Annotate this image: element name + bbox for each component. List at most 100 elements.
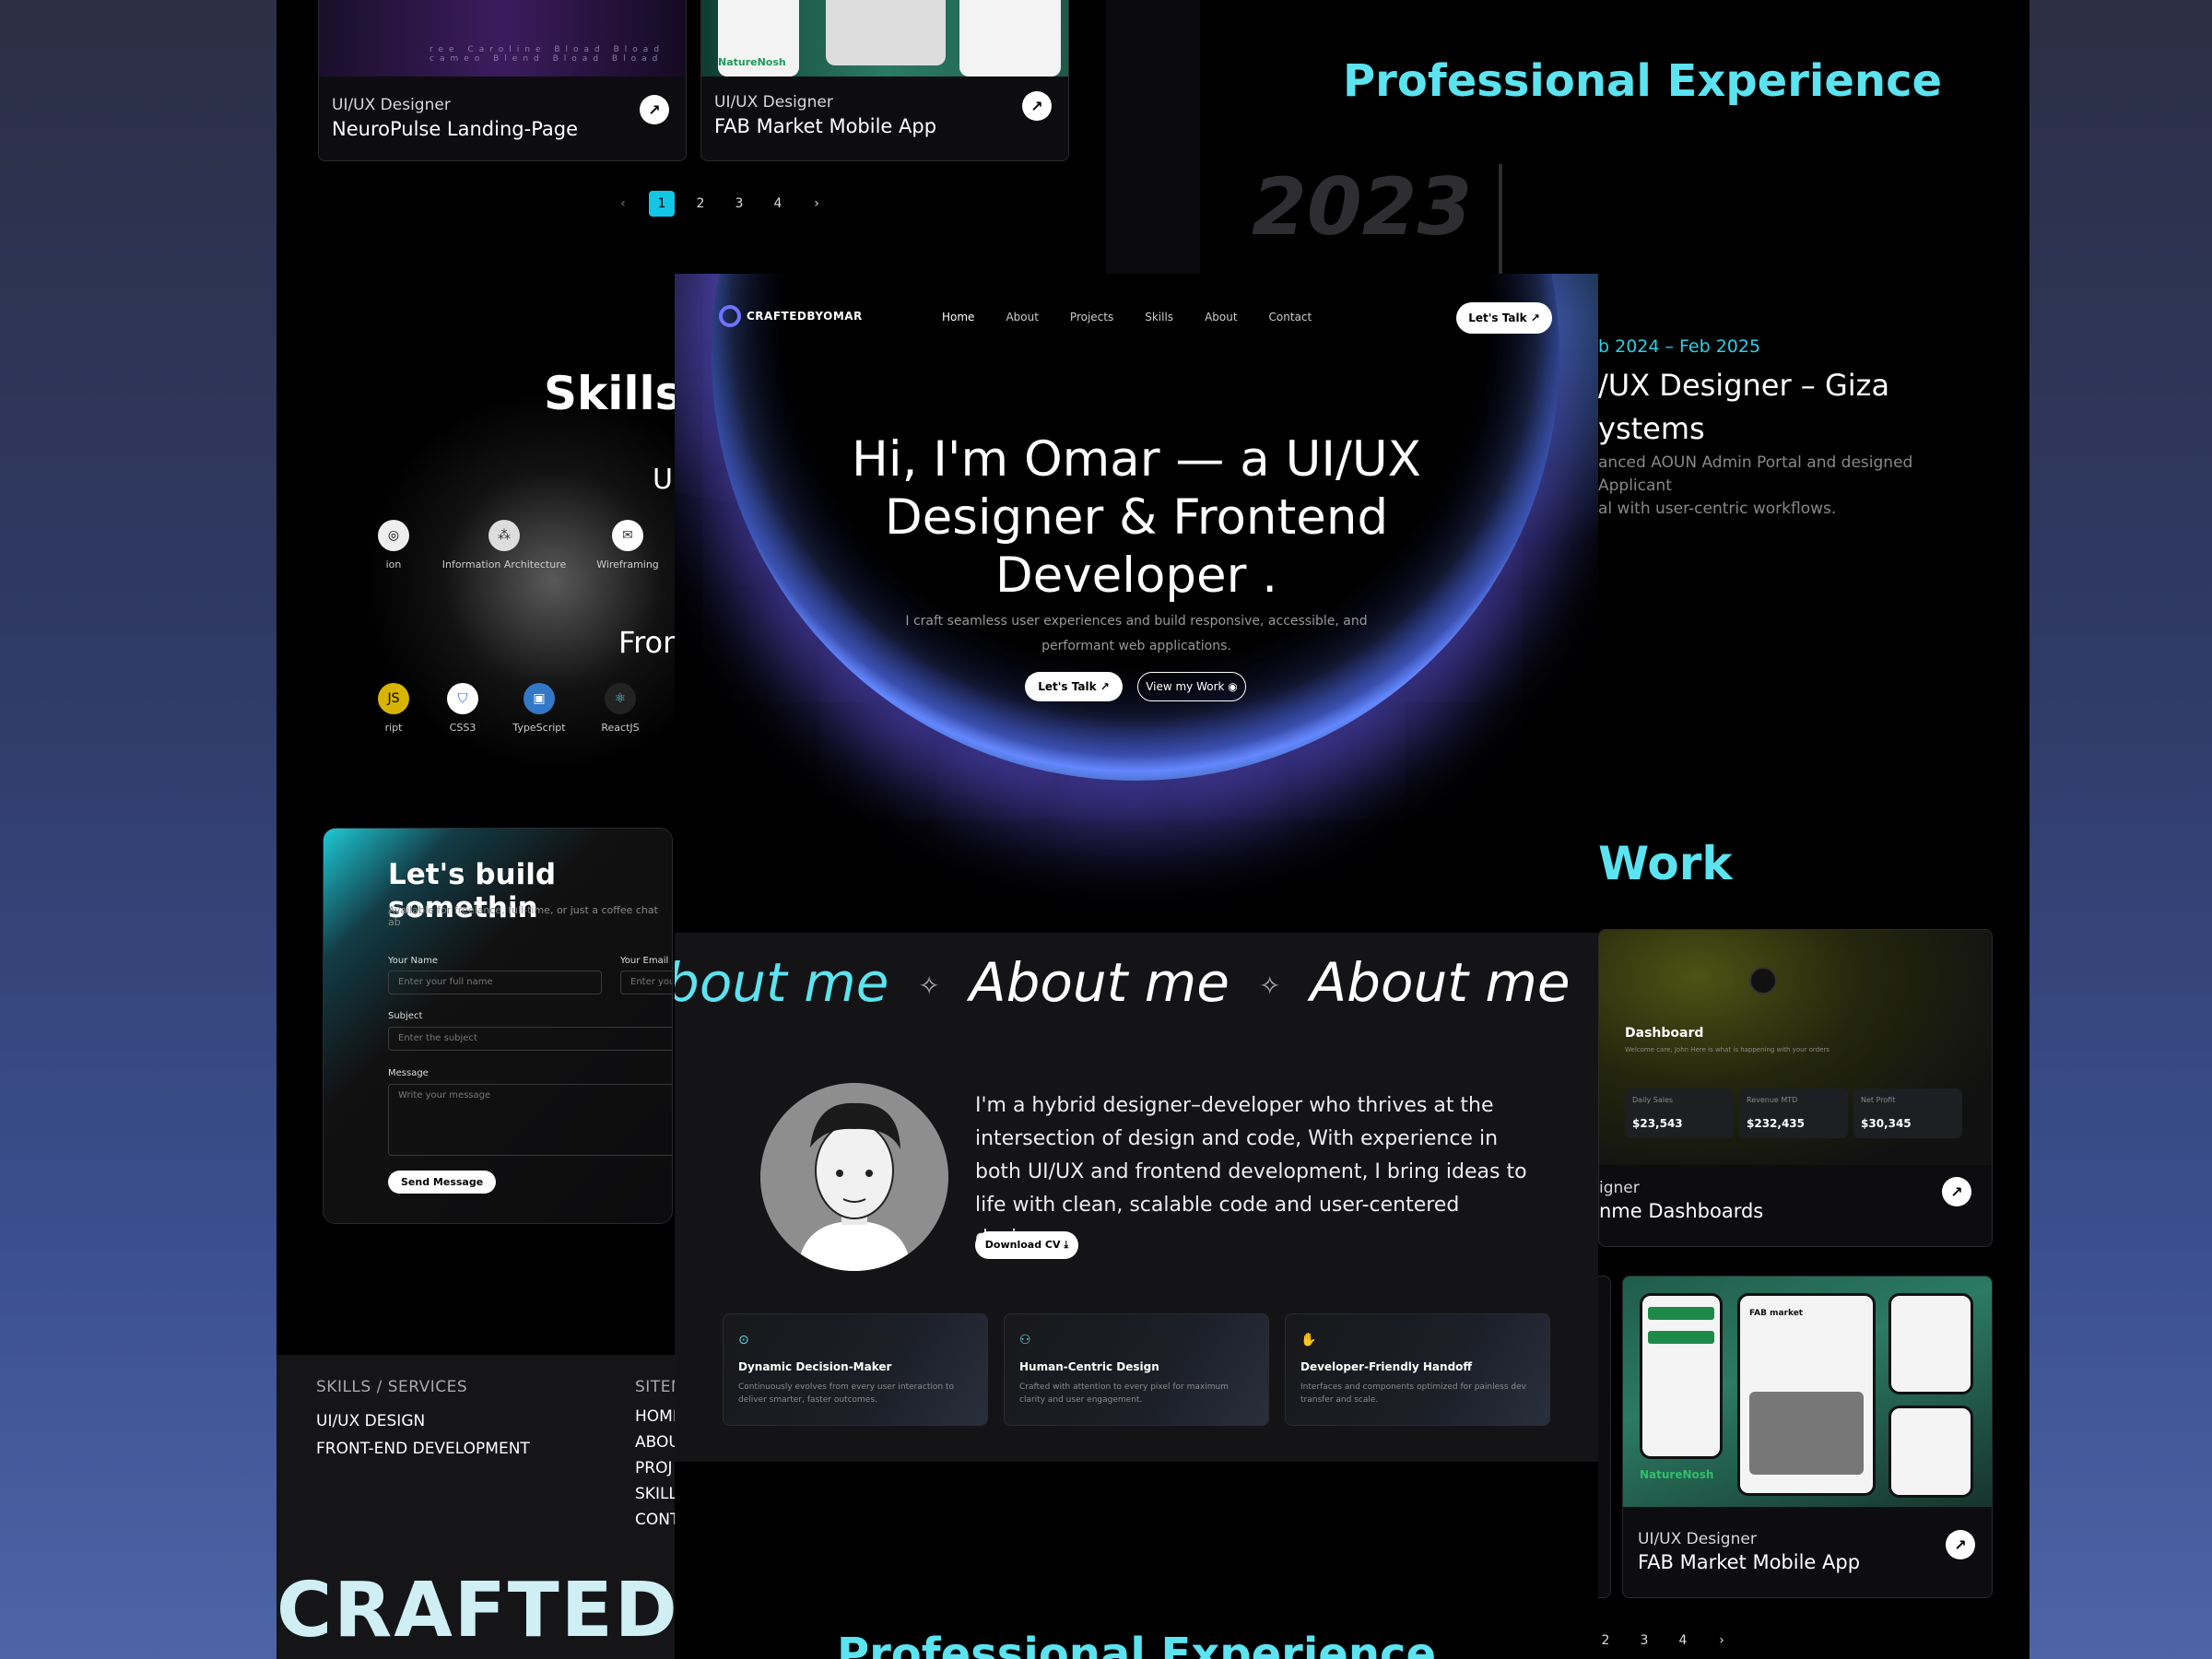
users-icon: ⚇ xyxy=(1019,1333,1031,1347)
view-work-button[interactable]: View my Work ◉ xyxy=(1137,672,1246,701)
site-logo[interactable]: CRAFTEDBYOMAR xyxy=(719,305,863,327)
nav-contact[interactable]: Contact xyxy=(1269,311,1312,324)
skill-item: ⁂ Information Architecture xyxy=(435,520,573,571)
experience-role-line: ystems xyxy=(1598,411,1705,446)
pager-next-icon[interactable]: › xyxy=(804,191,830,217)
about-text: I'm a hybrid designer–developer who thri… xyxy=(975,1094,1527,1250)
nav-home[interactable]: Home xyxy=(942,311,974,324)
message-label: Message xyxy=(388,1068,429,1078)
project-title: FAB Market Mobile App xyxy=(1638,1551,1861,1573)
sparkle-icon: ✧ xyxy=(1259,971,1281,1002)
footer-sitemap-link[interactable]: HOMI xyxy=(635,1407,677,1426)
feature-title: Dynamic Decision-Maker xyxy=(738,1360,892,1373)
lets-talk-button[interactable]: Let's Talk ↗ xyxy=(1456,302,1552,334)
project-card-fab[interactable]: NatureNosh UI/UX Designer FAB Market Mob… xyxy=(700,0,1069,161)
footer-skill-link[interactable]: UI/UX DESIGN xyxy=(316,1412,425,1430)
avatar xyxy=(760,1083,948,1271)
email-field[interactable]: Enter you xyxy=(620,971,672,994)
experience-title: Professional Experience xyxy=(1343,55,1943,107)
contact-subtitle: Available for freelance, full-time, or j… xyxy=(388,904,658,928)
project-thumbnail: NatureNosh xyxy=(701,0,1068,76)
sparkle-icon: ✧ xyxy=(918,971,940,1002)
footer-sitemap-link[interactable]: PROJ xyxy=(635,1459,672,1477)
contact-card: Let's build somethin Available for freel… xyxy=(323,828,673,1224)
dashboard-subhead: Welcome care, John Here is what is happe… xyxy=(1625,1046,1830,1053)
project-thumbnail: ree Caroline Bload Bload cameo Blend Blo… xyxy=(319,0,686,76)
logo-ring-icon xyxy=(719,305,741,327)
download-cv-button[interactable]: Download CV ⤓ xyxy=(975,1231,1078,1259)
project-card-neuropulse[interactable]: ree Caroline Bload Bload cameo Blend Blo… xyxy=(318,0,687,161)
project-role: UI/UX Designer xyxy=(1638,1530,1757,1548)
grid-icon xyxy=(1749,967,1777,994)
project-card-dashboards[interactable]: Dashboard Welcome care, John Here is wha… xyxy=(1598,929,1993,1247)
marquee-text: About me xyxy=(1310,951,1571,1014)
open-arrow-icon[interactable]: ↗ xyxy=(1946,1530,1975,1559)
message-field[interactable]: Write your message xyxy=(388,1084,672,1156)
pager-prev-icon[interactable]: ‹ xyxy=(610,191,636,217)
project-card-fab-market[interactable]: FAB market NatureNosh UI/UX Designer FAB… xyxy=(1622,1276,1993,1598)
footer-skill-link[interactable]: FRONT-END DEVELOPMENT xyxy=(316,1440,530,1458)
pager-page-4[interactable]: 4 xyxy=(1670,1631,1696,1650)
skill-icon: ◎ xyxy=(378,520,409,551)
footer-sitemap-link[interactable]: SKILL xyxy=(635,1485,677,1503)
brand-label: NatureNosh xyxy=(1640,1468,1714,1481)
skills-title: Skills xyxy=(544,367,683,420)
pager-page-3[interactable]: 3 xyxy=(726,191,752,217)
skill-label: Information Architecture xyxy=(441,559,567,571)
experience-role-line: /UX Designer – Giza xyxy=(1598,368,1890,403)
feature-card: ⊙ Dynamic Decision-Maker Continuously ev… xyxy=(723,1313,988,1426)
project-title: NeuroPulse Landing-Page xyxy=(332,118,579,140)
send-message-button[interactable]: Send Message xyxy=(388,1171,497,1194)
open-arrow-icon[interactable]: ↗ xyxy=(1942,1177,1971,1206)
experience-desc-line: anced AOUN Admin Portal and designed App… xyxy=(1598,453,1913,495)
pager-page-4[interactable]: 4 xyxy=(765,191,791,217)
stat-value: $30,345 xyxy=(1861,1117,1912,1130)
pager-page-2[interactable]: 2 xyxy=(688,191,713,217)
nav-skills[interactable]: Skills xyxy=(1145,311,1173,324)
marquee-text: bout me xyxy=(675,951,889,1014)
footer-sitemap-link[interactable]: ABOU xyxy=(635,1433,680,1452)
phone-mock: FAB market xyxy=(1737,1293,1876,1496)
footer-sitemap-link[interactable]: CONT xyxy=(635,1511,679,1529)
name-label: Your Name xyxy=(388,956,439,966)
feature-card: ⚇ Human-Centric Design Crafted with atte… xyxy=(1004,1313,1269,1426)
feature-title: Human-Centric Design xyxy=(1019,1360,1159,1373)
subject-field[interactable]: Enter the subject xyxy=(388,1027,672,1051)
skills-group-heading: Fron xyxy=(618,625,682,660)
skill-label: Wireframing xyxy=(596,559,659,571)
phone-mock xyxy=(826,0,946,65)
open-arrow-icon[interactable]: ↗ xyxy=(640,95,669,124)
footer-brand: CRAFTED xyxy=(276,1567,679,1654)
brand-label: NatureNosh xyxy=(718,56,786,68)
nav-about[interactable]: About xyxy=(1006,311,1038,324)
timeline-line xyxy=(1499,164,1502,275)
phone-mock xyxy=(1640,1293,1723,1459)
lightbulb-icon: ⊙ xyxy=(738,1333,749,1347)
pagination: ‹ 1 2 3 4 › xyxy=(610,191,830,217)
marquee-text: About me xyxy=(969,951,1230,1014)
nav-about-2[interactable]: About xyxy=(1205,311,1237,324)
stat-card: Revenue MTD $232,435 xyxy=(1739,1088,1848,1138)
project-title: FAB Market Mobile App xyxy=(714,115,937,137)
hand-icon: ✋ xyxy=(1300,1333,1317,1347)
footer-skills-heading: SKILLS / SERVICES xyxy=(316,1378,468,1396)
brand-label: FAB market xyxy=(1749,1309,1804,1318)
hierarchy-icon: ⁂ xyxy=(488,520,520,551)
nav-projects[interactable]: Projects xyxy=(1070,311,1113,324)
pager-page-1[interactable]: 1 xyxy=(649,191,675,217)
phone-mock xyxy=(959,0,1061,76)
about-section: bout me ✧ About me ✧ About me I'm a hybrid d… xyxy=(675,933,1598,1462)
experience-date: b 2024 – Feb 2025 xyxy=(1598,336,1761,357)
skill-item: ⚛ ReactJS xyxy=(551,683,689,734)
typescript-icon: ▣ xyxy=(524,683,555,714)
pager-page-3[interactable]: 3 xyxy=(1631,1631,1657,1650)
project-role: UI/UX Designer xyxy=(714,93,833,112)
work-title: Work xyxy=(1598,837,1733,890)
hero-subtitle: I craft seamless user experiences and bu… xyxy=(905,614,1368,653)
open-arrow-icon[interactable]: ↗ xyxy=(1022,91,1052,121)
pager-next-icon[interactable]: › xyxy=(1709,1631,1735,1650)
card-edge xyxy=(1598,1276,1611,1598)
stat-label: Daily Sales xyxy=(1632,1096,1674,1104)
hero-talk-button[interactable]: Let's Talk ↗ xyxy=(1025,672,1123,701)
name-field[interactable]: Enter your full name xyxy=(388,971,602,994)
